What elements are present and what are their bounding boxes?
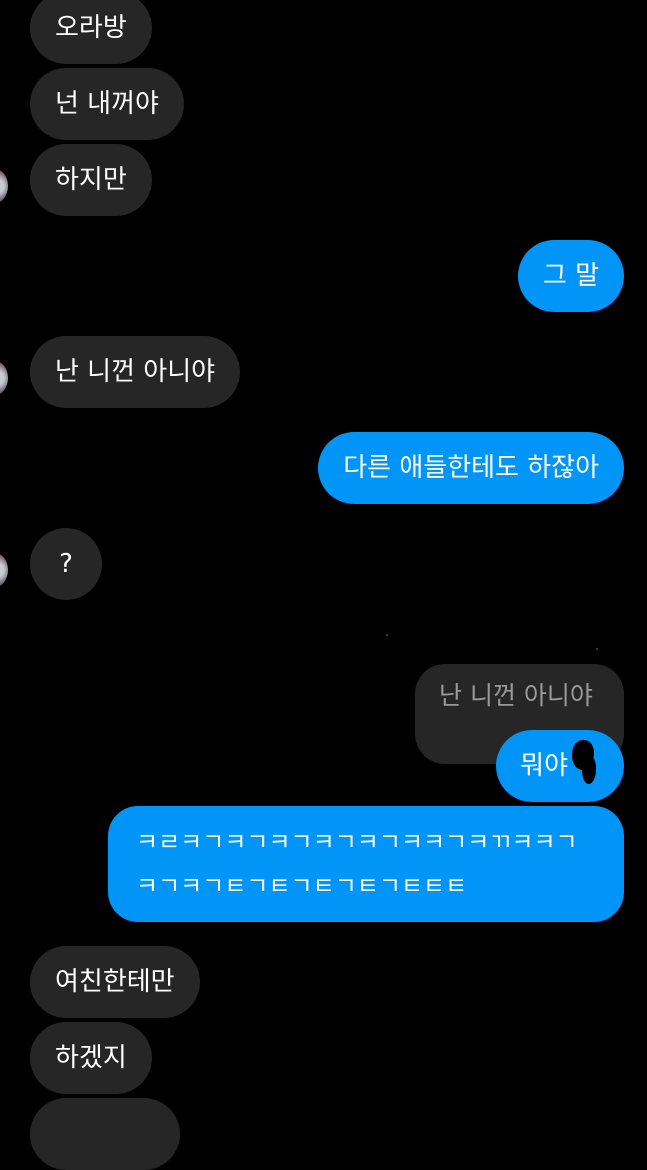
incoming-message[interactable]: 넌 내꺼야 bbox=[30, 68, 184, 140]
message-text: ? bbox=[59, 549, 73, 579]
message-text: 다른 애들한테도 하잖아 bbox=[343, 453, 599, 483]
message-text: 난 니껀 아니야 bbox=[55, 357, 216, 387]
message-text: 하겠지 bbox=[55, 1043, 127, 1073]
incoming-message[interactable]: 하겠지 bbox=[30, 1022, 152, 1094]
message-text-line: ㅋㄹㅋㄱㅋㄱㅋㄱㅋㄱㅋㄱㅋㅋㄱㅋㄲㅋㅋㄱ bbox=[136, 828, 578, 856]
incoming-message[interactable]: 오라방 bbox=[30, 0, 152, 64]
outgoing-message[interactable]: 뭐야 bbox=[496, 730, 624, 802]
incoming-message[interactable]: 하지만 bbox=[30, 144, 152, 216]
sender-avatar[interactable] bbox=[0, 360, 8, 396]
incoming-message[interactable] bbox=[30, 1098, 180, 1170]
message-text: 하지만 bbox=[55, 165, 127, 195]
quoted-reply-text: 난 니껀 아니야 bbox=[439, 681, 593, 710]
separator-dot bbox=[596, 648, 598, 650]
sender-avatar[interactable] bbox=[0, 168, 8, 204]
message-text: 넌 내꺼야 bbox=[55, 89, 159, 119]
incoming-message[interactable]: 여친한테만 bbox=[30, 946, 200, 1018]
message-text: 여친한테만 bbox=[55, 967, 175, 997]
incoming-message[interactable]: ? bbox=[30, 528, 102, 600]
outgoing-message[interactable]: ㅋㄹㅋㄱㅋㄱㅋㄱㅋㄱㅋㄱㅋㅋㄱㅋㄲㅋㅋㄱ ㅋㄱㅋㄱㅌㄱㅌㄱㅌㄱㅌㄱㅌㅌㅌ bbox=[108, 806, 624, 922]
message-text: 뭐야 bbox=[520, 751, 568, 781]
message-text: 그 말 bbox=[542, 261, 599, 291]
incoming-message[interactable]: 난 니껀 아니야 bbox=[30, 336, 241, 408]
outgoing-message[interactable]: 그 말 bbox=[517, 240, 624, 312]
separator-dot bbox=[386, 634, 388, 636]
sender-avatar[interactable] bbox=[0, 552, 8, 588]
chat-screen: { "messages": [ {"id": "m1", "side": "in… bbox=[0, 0, 647, 1170]
message-text: 오라방 bbox=[55, 13, 127, 43]
outgoing-message[interactable]: 다른 애들한테도 하잖아 bbox=[318, 432, 624, 504]
message-text-line: ㅋㄱㅋㄱㅌㄱㅌㄱㅌㄱㅌㄱㅌㅌㅌ bbox=[136, 872, 468, 900]
